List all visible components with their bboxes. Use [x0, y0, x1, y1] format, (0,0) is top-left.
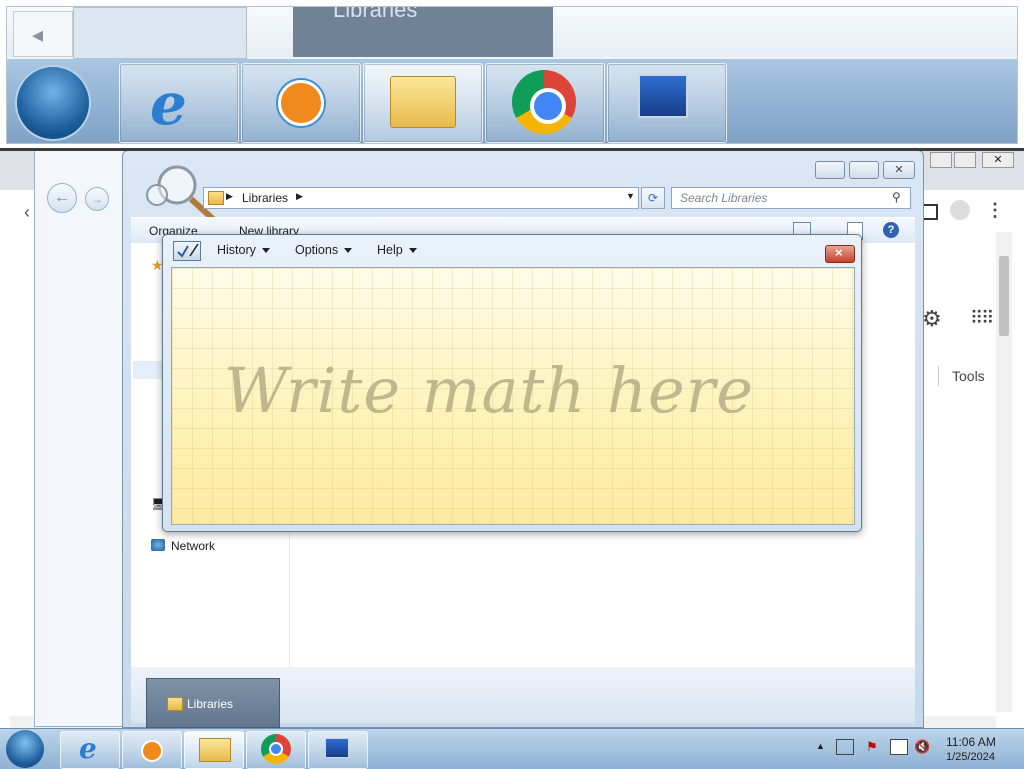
- clock-time[interactable]: 11:06 AM: [946, 735, 996, 749]
- forward-button[interactable]: →: [85, 187, 109, 211]
- close-icon: ×: [835, 245, 843, 260]
- tools-link[interactable]: Tools: [952, 368, 985, 384]
- address-dropdown-icon[interactable]: ▼: [626, 191, 635, 201]
- show-hidden-icons-button[interactable]: ▲: [816, 741, 825, 751]
- magnifier-window: ◂ Libraries e: [0, 0, 1024, 151]
- math-panel-menubar: History Options Help ×: [163, 235, 861, 265]
- writing-area-hint: Write math here: [224, 354, 754, 427]
- magnified-explorer-icon: [363, 63, 483, 143]
- magnified-start-orb-icon: [17, 67, 89, 139]
- help-icon[interactable]: ?: [883, 222, 899, 238]
- breadcrumb[interactable]: Libraries: [242, 191, 288, 205]
- refresh-icon[interactable]: ⟳: [641, 187, 665, 209]
- system-tray: ▲ ⚑ 🔇 11:06 AM 1/25/2024: [812, 729, 1024, 769]
- history-menu[interactable]: History: [217, 243, 270, 257]
- volume-muted-icon[interactable]: 🔇: [914, 739, 930, 755]
- magnifier-view: ◂ Libraries e: [6, 6, 1018, 144]
- chrome-back-icon[interactable]: ‹: [24, 202, 30, 223]
- search-placeholder: Search Libraries: [680, 191, 768, 205]
- search-icon[interactable]: ⚲: [892, 190, 901, 204]
- magnified-chrome-icon: [485, 63, 605, 143]
- taskbar-internet-explorer[interactable]: e: [60, 731, 120, 769]
- chrome-maximize-button[interactable]: [954, 152, 976, 168]
- network-tray-icon[interactable]: [890, 739, 908, 755]
- options-menu[interactable]: Options: [295, 243, 353, 257]
- explorer-window-back: ← →: [34, 150, 132, 727]
- magnified-internet-explorer-icon: e: [119, 63, 239, 143]
- taskbar-media-player[interactable]: [122, 731, 182, 769]
- chevron-down-icon: [408, 248, 417, 254]
- taskbar: e ▲ ⚑ 🔇 11:06 AM 1/25/2024: [0, 728, 1024, 769]
- magnified-window: [73, 7, 247, 59]
- math-panel-close-button[interactable]: ×: [825, 245, 855, 263]
- maximize-button[interactable]: [849, 161, 879, 179]
- action-center-flag-icon[interactable]: ⚑: [866, 739, 878, 755]
- network-icon: [151, 539, 165, 551]
- writing-area[interactable]: Write math here: [171, 267, 855, 525]
- taskbar-windows-explorer[interactable]: [184, 731, 244, 769]
- libraries-folder-icon: [208, 191, 224, 205]
- math-input-tray-icon[interactable]: [836, 739, 854, 755]
- libraries-folder-icon: [167, 697, 183, 711]
- chrome-icon-center: [269, 742, 283, 756]
- thumbnail-title: Libraries: [187, 697, 234, 711]
- folder-icon: [199, 738, 231, 762]
- start-button[interactable]: [6, 730, 44, 768]
- chevron-down-icon: [344, 248, 353, 254]
- sidebar-item-network[interactable]: Network: [171, 539, 215, 553]
- magnified-scroll-left-button: ◂: [13, 11, 73, 57]
- magnified-window-strip: ◂ Libraries: [7, 7, 1017, 59]
- math-input-panel-icon: [173, 241, 201, 261]
- search-input[interactable]: Search Libraries ⚲: [671, 187, 911, 209]
- taskbar-thumbnail-preview[interactable]: Libraries: [146, 678, 280, 728]
- back-button[interactable]: ←: [47, 183, 77, 213]
- magnified-magnifier-icon: [607, 63, 727, 143]
- magnifier-icon: [325, 738, 349, 758]
- chrome-menu-icon[interactable]: ⋮: [986, 200, 1004, 221]
- chrome-scrollbar-thumb[interactable]: [999, 256, 1009, 336]
- chevron-down-icon: [261, 248, 270, 254]
- chrome-minimize-button[interactable]: [930, 152, 952, 168]
- chrome-profile-avatar[interactable]: [950, 200, 970, 220]
- chrome-tab-search-icon[interactable]: [922, 204, 938, 220]
- breadcrumb-arrow-icon: ▶: [226, 191, 233, 201]
- help-menu-label: Help: [377, 243, 403, 257]
- apps-grid-icon[interactable]: ⠿⠿: [970, 308, 994, 329]
- magnified-taskbar: e: [7, 59, 1017, 143]
- chevron-left-icon: ◂: [32, 22, 44, 47]
- chrome-close-button[interactable]: ✕: [982, 152, 1014, 168]
- options-menu-label: Options: [295, 243, 339, 257]
- chrome-scrollbar[interactable]: [996, 232, 1012, 712]
- magnified-thumbnail-title: Libraries: [333, 6, 418, 22]
- clock-date[interactable]: 1/25/2024: [946, 751, 995, 763]
- internet-explorer-icon: e: [79, 732, 97, 765]
- taskbar-google-chrome[interactable]: [246, 731, 306, 769]
- close-button[interactable]: ✕: [883, 161, 915, 179]
- chrome-window-controls: ✕: [930, 152, 1020, 170]
- magnified-media-player-icon: [241, 63, 361, 143]
- math-input-panel: History Options Help × Write math here: [162, 234, 862, 532]
- media-player-icon: [141, 740, 163, 762]
- help-menu[interactable]: Help: [377, 243, 417, 257]
- divider: [938, 366, 939, 386]
- magnified-thumbnail: Libraries: [293, 7, 553, 57]
- breadcrumb-arrow-icon[interactable]: ▶: [296, 191, 303, 202]
- history-menu-label: History: [217, 243, 256, 257]
- minimize-button[interactable]: [815, 161, 845, 179]
- gear-icon[interactable]: ⚙: [922, 306, 942, 332]
- address-bar[interactable]: ▶ Libraries ▶ ▼: [203, 187, 639, 209]
- taskbar-magnifier[interactable]: [308, 731, 368, 769]
